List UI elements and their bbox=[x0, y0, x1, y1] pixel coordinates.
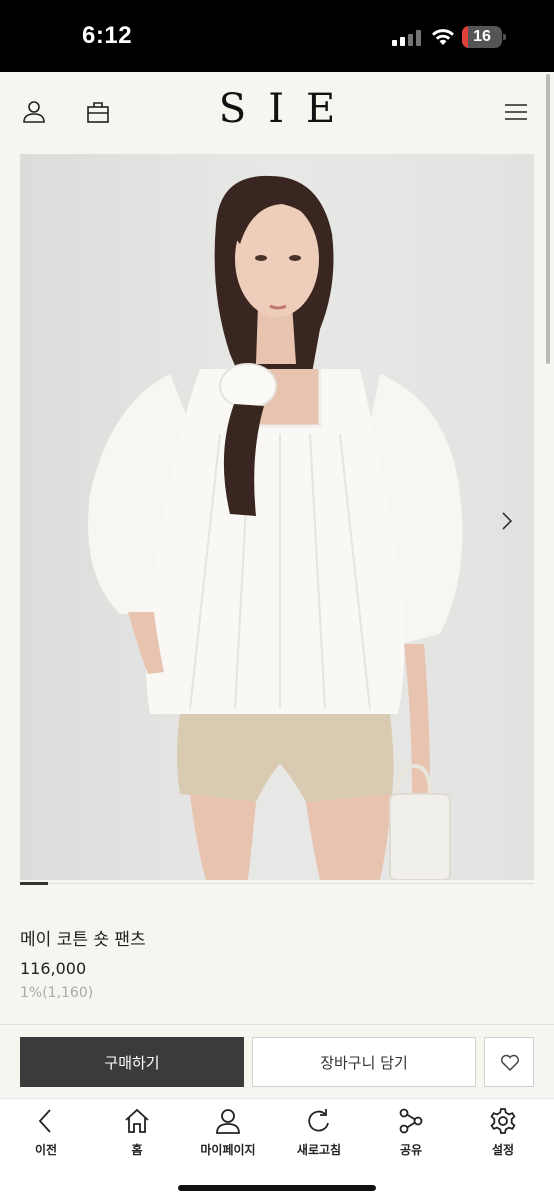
page-scrollbar[interactable] bbox=[546, 74, 550, 364]
back-icon bbox=[38, 1109, 51, 1133]
site-logo[interactable]: SIE bbox=[0, 86, 554, 132]
wishlist-button[interactable] bbox=[484, 1037, 534, 1087]
toolbar-home[interactable]: 홈 bbox=[92, 1107, 182, 1167]
gear-icon bbox=[490, 1108, 516, 1134]
toolbar-settings-label: 설정 bbox=[491, 1143, 515, 1157]
share-icon bbox=[399, 1108, 423, 1134]
toolbar-back[interactable]: 이전 bbox=[1, 1107, 91, 1167]
signal-icon bbox=[392, 30, 422, 46]
next-image-arrow[interactable] bbox=[498, 509, 516, 533]
site-header: SIE bbox=[0, 72, 554, 154]
image-slider-track bbox=[48, 883, 534, 884]
wifi-icon bbox=[432, 29, 454, 45]
product-price: 116,000 bbox=[20, 959, 87, 978]
toolbar-mypage-label: 마이페이지 bbox=[200, 1143, 256, 1157]
bottom-toolbar: 이전 홈 마이페이지 새로고침 공유 설정 bbox=[0, 1098, 554, 1200]
toolbar-home-label: 홈 bbox=[131, 1143, 143, 1157]
status-bar: 6:12 16 bbox=[0, 0, 554, 72]
toolbar-share[interactable]: 공유 bbox=[366, 1107, 456, 1167]
toolbar-share-label: 공유 bbox=[399, 1143, 423, 1157]
buy-button[interactable]: 구매하기 bbox=[20, 1037, 244, 1087]
refresh-icon bbox=[308, 1109, 329, 1132]
product-points: 1%(1,160) bbox=[20, 985, 94, 1001]
battery-icon: 16 bbox=[462, 26, 506, 48]
menu-icon[interactable] bbox=[502, 98, 530, 126]
product-image[interactable] bbox=[20, 154, 534, 880]
toolbar-back-label: 이전 bbox=[34, 1143, 58, 1157]
purchase-bar: 구매하기 장바구니 담기 bbox=[0, 1024, 554, 1098]
add-to-cart-button[interactable]: 장바구니 담기 bbox=[252, 1037, 476, 1087]
toolbar-mypage[interactable]: 마이페이지 bbox=[183, 1107, 273, 1167]
status-time: 6:12 bbox=[82, 22, 133, 49]
user-icon bbox=[216, 1109, 240, 1134]
toolbar-settings[interactable]: 설정 bbox=[458, 1107, 548, 1167]
toolbar-refresh-label: 새로고침 bbox=[296, 1143, 342, 1157]
image-slider-indicator bbox=[20, 882, 48, 885]
heart-icon bbox=[501, 1054, 519, 1072]
model-photo bbox=[20, 154, 534, 880]
toolbar-refresh[interactable]: 새로고침 bbox=[274, 1107, 364, 1167]
home-icon bbox=[125, 1108, 149, 1133]
battery-level: 16 bbox=[473, 28, 491, 45]
home-indicator bbox=[178, 1185, 376, 1191]
product-name: 메이 코튼 숏 팬츠 bbox=[20, 930, 146, 950]
